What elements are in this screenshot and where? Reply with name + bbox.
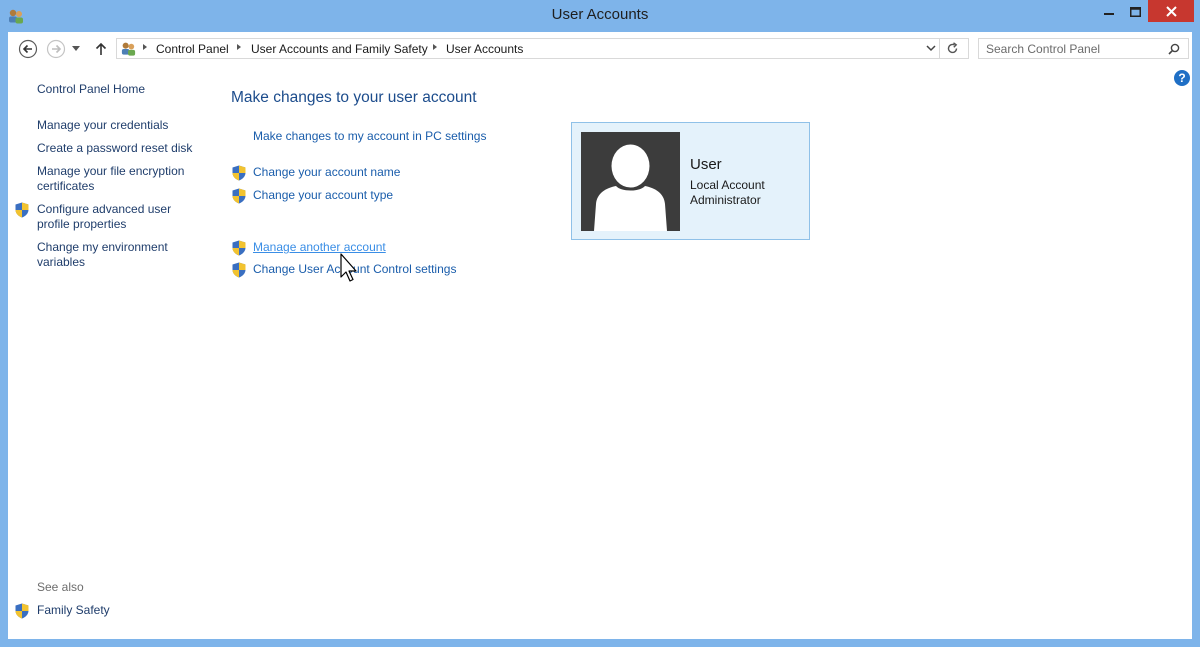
- mouse-cursor-icon: [340, 253, 357, 282]
- breadcrumb-user-accounts-family-safety[interactable]: User Accounts and Family Safety: [251, 42, 428, 56]
- help-icon[interactable]: ?: [1174, 70, 1190, 86]
- uac-shield-icon: [232, 165, 246, 181]
- sidebar-item-manage-credentials[interactable]: Manage your credentials: [37, 118, 168, 133]
- page-heading: Make changes to your user account: [231, 89, 477, 106]
- uac-shield-icon: [232, 188, 246, 204]
- content-area: Control Panel User Accounts and Family S…: [8, 32, 1192, 639]
- title-bar[interactable]: User Accounts: [0, 0, 1200, 32]
- breadcrumb-control-panel[interactable]: Control Panel: [156, 42, 229, 56]
- sidebar-item-environment-variables[interactable]: Change my environment variables: [37, 240, 197, 270]
- avatar: [581, 132, 680, 231]
- user-accounts-icon: [121, 42, 136, 56]
- uac-shield-icon: [15, 202, 29, 218]
- up-arrow-icon: [95, 42, 107, 55]
- sidebar-item-file-encryption-certificates[interactable]: Manage your file encryption certificates: [37, 164, 197, 194]
- breadcrumb-separator[interactable]: [143, 44, 147, 50]
- uac-shield-icon: [15, 603, 29, 619]
- link-pc-settings[interactable]: Make changes to my account in PC setting…: [253, 129, 486, 144]
- address-bar[interactable]: Control Panel User Accounts and Family S…: [116, 38, 969, 59]
- recent-pages-button[interactable]: [69, 38, 83, 60]
- search-input[interactable]: [979, 39, 1166, 58]
- account-type: Local Account: [690, 178, 765, 192]
- address-divider: [939, 39, 940, 58]
- uac-shield-icon: [232, 240, 246, 256]
- account-card: User Local Account Administrator: [571, 122, 810, 240]
- sidebar-item-control-panel-home[interactable]: Control Panel Home: [37, 82, 145, 97]
- chevron-down-icon: [72, 46, 80, 51]
- breadcrumb-separator[interactable]: [237, 44, 241, 50]
- forward-button[interactable]: [45, 38, 67, 60]
- user-silhouette-icon: [594, 144, 667, 231]
- refresh-icon[interactable]: [946, 42, 959, 55]
- back-arrow-icon: [18, 39, 38, 59]
- close-button[interactable]: [1148, 0, 1194, 22]
- back-button[interactable]: [17, 38, 39, 60]
- uac-shield-icon: [232, 262, 246, 278]
- window-title: User Accounts: [551, 6, 649, 23]
- account-role: Administrator: [690, 193, 761, 207]
- address-dropdown-icon[interactable]: [926, 45, 936, 52]
- search-box[interactable]: [978, 38, 1189, 59]
- close-icon: [1165, 5, 1177, 17]
- maximize-button[interactable]: [1122, 0, 1148, 24]
- link-change-account-name[interactable]: Change your account name: [253, 165, 400, 180]
- up-button[interactable]: [92, 38, 110, 60]
- navigation-bar: Control Panel User Accounts and Family S…: [8, 32, 1192, 66]
- account-name: User: [690, 156, 722, 173]
- maximize-icon: [1129, 7, 1141, 17]
- minimize-button[interactable]: [1096, 0, 1122, 24]
- breadcrumb-separator[interactable]: [433, 44, 437, 50]
- link-change-account-type[interactable]: Change your account type: [253, 188, 393, 203]
- minimize-icon: [1104, 13, 1114, 15]
- breadcrumb-user-accounts[interactable]: User Accounts: [446, 42, 523, 56]
- forward-arrow-icon: [46, 39, 66, 59]
- sidebar-item-advanced-user-profile[interactable]: Configure advanced user profile properti…: [37, 202, 197, 232]
- see-also-label: See also: [37, 580, 84, 594]
- link-manage-another-account[interactable]: Manage another account: [253, 240, 386, 255]
- sidebar-item-password-reset-disk[interactable]: Create a password reset disk: [37, 141, 192, 156]
- window: User Accounts Control Panel User Account…: [0, 0, 1200, 647]
- see-also-family-safety[interactable]: Family Safety: [37, 603, 110, 618]
- search-icon[interactable]: [1168, 43, 1180, 55]
